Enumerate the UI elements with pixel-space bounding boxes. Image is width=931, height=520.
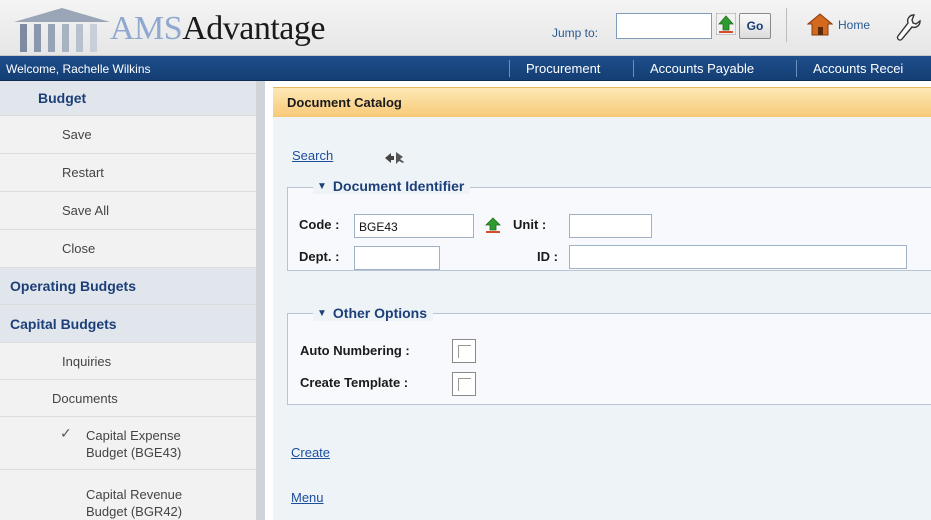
auto-numbering-label: Auto Numbering : <box>300 343 410 358</box>
dept-input[interactable] <box>354 246 440 270</box>
id-label: ID : <box>537 249 558 264</box>
page-title: Document Catalog <box>287 95 402 110</box>
legend-label: Document Identifier <box>332 178 465 194</box>
welcome-text: Welcome, Rachelle Wilkins <box>6 62 151 76</box>
sidebar-item-label: Close <box>62 241 96 256</box>
code-input[interactable]: BGE43 <box>354 214 474 238</box>
menu-link[interactable]: Menu <box>291 490 324 505</box>
logo-prefix: AMS <box>110 10 183 47</box>
sidebar-heading-capital-budgets[interactable]: Capital Budgets <box>0 305 256 343</box>
wrench-icon[interactable] <box>894 12 922 42</box>
sidebar-heading-label: Budget <box>38 90 87 106</box>
sidebar-item-close[interactable]: Close <box>0 230 256 268</box>
sidebar-item-capital-expense-budget[interactable]: ✓ Capital Expense Budget (BGE43) <box>0 417 256 470</box>
sidebar-heading-operating-budgets[interactable]: Operating Budgets <box>0 268 256 305</box>
columns-logo-icon <box>14 8 110 52</box>
expand-arrows-icon[interactable] <box>383 151 405 165</box>
other-options-section <box>287 313 931 405</box>
upload-arrow-icon[interactable] <box>716 13 736 35</box>
app-header: AMSAdvantage Jump to: Go Home <box>0 0 931 56</box>
sidebar-item-save[interactable]: Save <box>0 116 256 154</box>
go-button[interactable]: Go <box>739 13 771 39</box>
jump-to-label: Jump to: <box>552 26 599 40</box>
triangle-down-icon: ▼ <box>317 308 327 319</box>
create-link[interactable]: Create <box>291 445 330 460</box>
sidebar-heading-budget[interactable]: Budget <box>0 81 256 116</box>
sidebar-item-label: Restart <box>62 165 104 180</box>
sidebar-item-label: Budget (BGE43) <box>86 445 182 460</box>
document-identifier-legend[interactable]: ▼ Document Identifier <box>313 178 471 194</box>
checkmark-icon: ✓ <box>60 425 72 441</box>
left-sidebar: Budget Save Restart Save All Close Opera… <box>0 81 257 520</box>
create-template-checkbox[interactable] <box>452 372 476 396</box>
main-content: Document Catalog Search ▼ Document Identi… <box>265 81 931 520</box>
sidebar-item-label: Documents <box>52 391 118 406</box>
document-catalog-titlebar: Document Catalog <box>273 87 931 117</box>
create-template-label: Create Template : <box>300 375 409 390</box>
unit-label: Unit : <box>513 217 547 232</box>
sidebar-heading-label: Operating Budgets <box>10 278 137 294</box>
header-divider <box>786 8 787 42</box>
sidebar-item-save-all[interactable]: Save All <box>0 192 256 230</box>
sidebar-item-label: Capital Revenue <box>86 487 183 502</box>
sidebar-item-label: Save All <box>62 203 109 218</box>
code-label: Code : <box>299 217 340 232</box>
legend-label: Other Options <box>332 305 428 321</box>
splitter-bar[interactable] <box>257 81 265 520</box>
ams-logo[interactable]: AMSAdvantage <box>6 2 336 54</box>
logo-suffix: Advantage <box>182 10 325 47</box>
jump-to-input[interactable] <box>616 13 712 39</box>
search-link[interactable]: Search <box>292 148 333 163</box>
logo-wordmark: AMSAdvantage <box>110 10 325 48</box>
dept-label: Dept. : <box>299 249 340 264</box>
auto-numbering-checkbox[interactable] <box>452 339 476 363</box>
home-icon[interactable] <box>807 12 833 36</box>
nav-separator <box>509 60 510 77</box>
sidebar-item-inquiries[interactable]: Inquiries <box>0 343 256 380</box>
sidebar-item-label: Save <box>62 127 92 142</box>
sidebar-item-documents[interactable]: Documents <box>0 380 256 417</box>
home-link[interactable]: Home <box>838 18 870 32</box>
top-nav-bar: Welcome, Rachelle Wilkins Procurement Ac… <box>0 56 931 81</box>
sidebar-heading-label: Capital Budgets <box>10 316 117 332</box>
other-options-legend[interactable]: ▼ Other Options <box>313 305 434 321</box>
nav-link-accounts-receivable[interactable]: Accounts Recei <box>813 61 903 76</box>
triangle-down-icon: ▼ <box>317 181 327 192</box>
unit-input[interactable] <box>569 214 652 238</box>
upload-arrow-icon[interactable] <box>484 216 502 234</box>
nav-separator <box>796 60 797 77</box>
nav-separator <box>633 60 634 77</box>
nav-link-accounts-payable[interactable]: Accounts Payable <box>650 61 754 76</box>
sidebar-item-label: Inquiries <box>62 354 112 369</box>
id-input[interactable] <box>569 245 907 269</box>
sidebar-item-restart[interactable]: Restart <box>0 154 256 192</box>
sidebar-item-label: Capital Expense <box>86 428 181 443</box>
sidebar-item-capital-revenue-budget[interactable]: Capital Revenue Budget (BGR42) <box>0 470 256 520</box>
sidebar-item-label: Budget (BGR42) <box>86 504 183 519</box>
nav-link-procurement[interactable]: Procurement <box>526 61 600 76</box>
